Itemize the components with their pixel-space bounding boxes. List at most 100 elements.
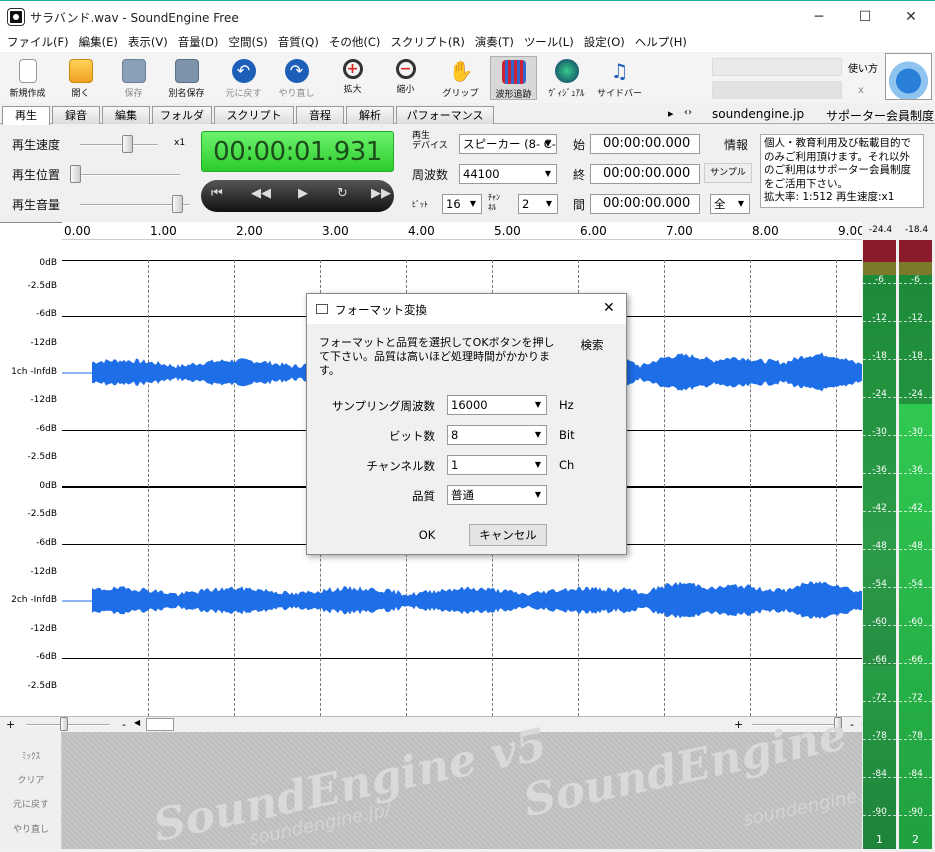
minimize-button[interactable]: ─ [796, 1, 842, 33]
zoom-in-label: 拡大 [343, 85, 362, 95]
dialog-title: フォーマット変換 [335, 303, 427, 317]
menu-quality[interactable]: 音質(Q) [271, 32, 319, 50]
ok-button[interactable]: OK [387, 524, 467, 546]
dialog-close-button[interactable]: ✕ [603, 300, 615, 316]
clear-button[interactable]: クリア [0, 773, 62, 786]
meter-scale-label: -30 [908, 427, 923, 437]
tab-script[interactable]: スクリプト [214, 106, 294, 124]
menu-help[interactable]: ヘルプ(H) [628, 32, 687, 50]
follow-waveform-button[interactable]: 波形追跡 [490, 56, 537, 100]
app-icon[interactable] [8, 9, 24, 25]
sidebar-button[interactable]: ♫ サイドバー [596, 56, 643, 100]
grip-button[interactable]: ✋ グリップ [437, 56, 484, 100]
position-slider-thumb[interactable] [70, 165, 81, 183]
freq-select[interactable]: 44100 ▼ [459, 164, 557, 184]
menu-other[interactable]: その他(C) [322, 32, 381, 50]
bit-select[interactable]: 16 ▼ [442, 194, 482, 214]
all-select[interactable]: 全 ▼ [710, 194, 750, 214]
ruler-tick: 7.00 [666, 224, 693, 238]
hzoom-thumb[interactable] [60, 717, 68, 731]
redo-button[interactable]: ↷ やり直し [273, 56, 320, 100]
search-button[interactable]: 検索 [569, 334, 615, 356]
mix-button[interactable]: ﾐｯｸｽ [0, 749, 62, 762]
menu-settings[interactable]: 設定(O) [577, 32, 625, 50]
new-button[interactable]: 新規作成 [4, 56, 51, 100]
channel-count-select[interactable]: 1 ▼ [447, 455, 547, 475]
start-field[interactable]: 00:00:00.000 [590, 134, 700, 154]
tab-analysis[interactable]: 解析 [346, 106, 394, 124]
tab-performance[interactable]: パフォーマンス [396, 106, 494, 124]
meter-scale-label: -84 [872, 769, 887, 779]
menu-script[interactable]: スクリプト(R) [383, 32, 464, 50]
menu-perform[interactable]: 演奏(T) [468, 32, 514, 50]
volume-slider-thumb[interactable] [172, 195, 183, 213]
cancel-button[interactable]: キャンセル [469, 524, 547, 546]
open-button[interactable]: 開く [57, 56, 104, 100]
sample-rate-select[interactable]: 16000 ▼ [447, 395, 547, 415]
tab-record[interactable]: 録音 [52, 106, 100, 124]
zoom-out-button[interactable]: − 縮小 [382, 56, 429, 100]
hzoom-track[interactable] [26, 724, 110, 726]
title-bar: サラバンド.wav - SoundEngine Free ─ ☐ ✕ [0, 0, 935, 32]
menu-view[interactable]: 表示(V) [121, 32, 168, 50]
tab-scroll-right-icon[interactable]: ▸ [668, 107, 674, 120]
meter-scale-label: -24 [908, 389, 923, 399]
menu-volume[interactable]: 音量(D) [171, 32, 219, 50]
channel-select[interactable]: 2 ▼ [518, 194, 558, 214]
tab-play[interactable]: 再生 [2, 106, 50, 125]
site-link[interactable]: soundengine.jp [712, 107, 804, 121]
close-button[interactable]: ✕ [888, 1, 934, 33]
meter-scale-label: -90 [872, 807, 887, 817]
horizontal-scroll-bar[interactable]: + - ◀ + - [0, 716, 862, 732]
disk-icon [121, 59, 146, 83]
waveform-follow-icon [501, 60, 526, 84]
span-field[interactable]: 00:00:00.000 [590, 194, 700, 214]
quality-select[interactable]: 普通 ▼ [447, 485, 547, 505]
maximize-button[interactable]: ☐ [842, 1, 888, 33]
play-icon[interactable]: ▶ [298, 186, 308, 201]
end-field[interactable]: 00:00:00.000 [590, 164, 700, 184]
channel-count-value: 1 [451, 458, 459, 472]
undo-button[interactable]: ↶ 元に戻す [220, 56, 267, 100]
speed-slider-track[interactable] [80, 144, 158, 146]
forward-icon[interactable]: ▶▶ [371, 186, 391, 201]
menu-file[interactable]: ファイル(F) [0, 32, 69, 50]
save-as-button[interactable]: 別名保存 [163, 56, 210, 100]
db-label: -2.5dB [27, 509, 57, 519]
db-label: -2.5dB [27, 452, 57, 462]
bit-depth-select[interactable]: 8 ▼ [447, 425, 547, 445]
db-label: -6dB [36, 538, 57, 548]
menu-edit[interactable]: 編集(E) [72, 32, 118, 50]
zoom-in-button[interactable]: + 拡大 [329, 56, 376, 100]
speed-slider-thumb[interactable] [122, 135, 133, 153]
chevron-down-icon: ▼ [545, 199, 553, 208]
tab-pitch[interactable]: 音程 [296, 106, 344, 124]
skip-start-icon[interactable]: ⏮ [211, 186, 223, 201]
zoom-plus-button[interactable]: + [6, 718, 15, 731]
supporter-link[interactable]: サポーター会員制度 [826, 107, 934, 124]
save-button[interactable]: 保存 [110, 56, 157, 100]
menu-space[interactable]: 空間(S) [222, 32, 268, 50]
side-redo-button[interactable]: やり直し [0, 822, 62, 835]
tab-cycle-icon[interactable]: ‹› [684, 107, 692, 118]
db-label: -12dB [30, 567, 57, 577]
tab-folder[interactable]: フォルダ [152, 106, 212, 124]
scroll-thumb[interactable] [146, 718, 174, 731]
zoom-minus-button[interactable]: - [122, 718, 126, 731]
tab-edit[interactable]: 編集 [102, 106, 150, 124]
app-logo-icon[interactable] [885, 53, 932, 100]
position-slider-track[interactable] [70, 174, 180, 176]
rewind-icon[interactable]: ◀◀ [251, 186, 271, 201]
status-field-1 [712, 58, 842, 76]
ch2-meter: -6 -12 -18 -24 -30 -36 -42 -48 -54 -60 -66 -72 -78 -8… [899, 240, 932, 849]
howto-close[interactable]: x [858, 85, 864, 96]
scroll-left-icon[interactable]: ◀ [134, 718, 140, 727]
sample-button[interactable]: サンプル [704, 163, 752, 183]
device-select[interactable]: スピーカー (8- C- ▼ [459, 134, 557, 154]
visual-button[interactable]: ｳﾞｨｼﾞｭｱﾙ [543, 56, 590, 100]
side-undo-button[interactable]: 元に戻す [0, 797, 62, 810]
zoom-out-label: 縮小 [396, 85, 415, 95]
howto-link[interactable]: 使い方 [848, 60, 878, 75]
loop-icon[interactable]: ↻ [337, 186, 348, 201]
menu-tools[interactable]: ツール(L) [517, 32, 574, 50]
